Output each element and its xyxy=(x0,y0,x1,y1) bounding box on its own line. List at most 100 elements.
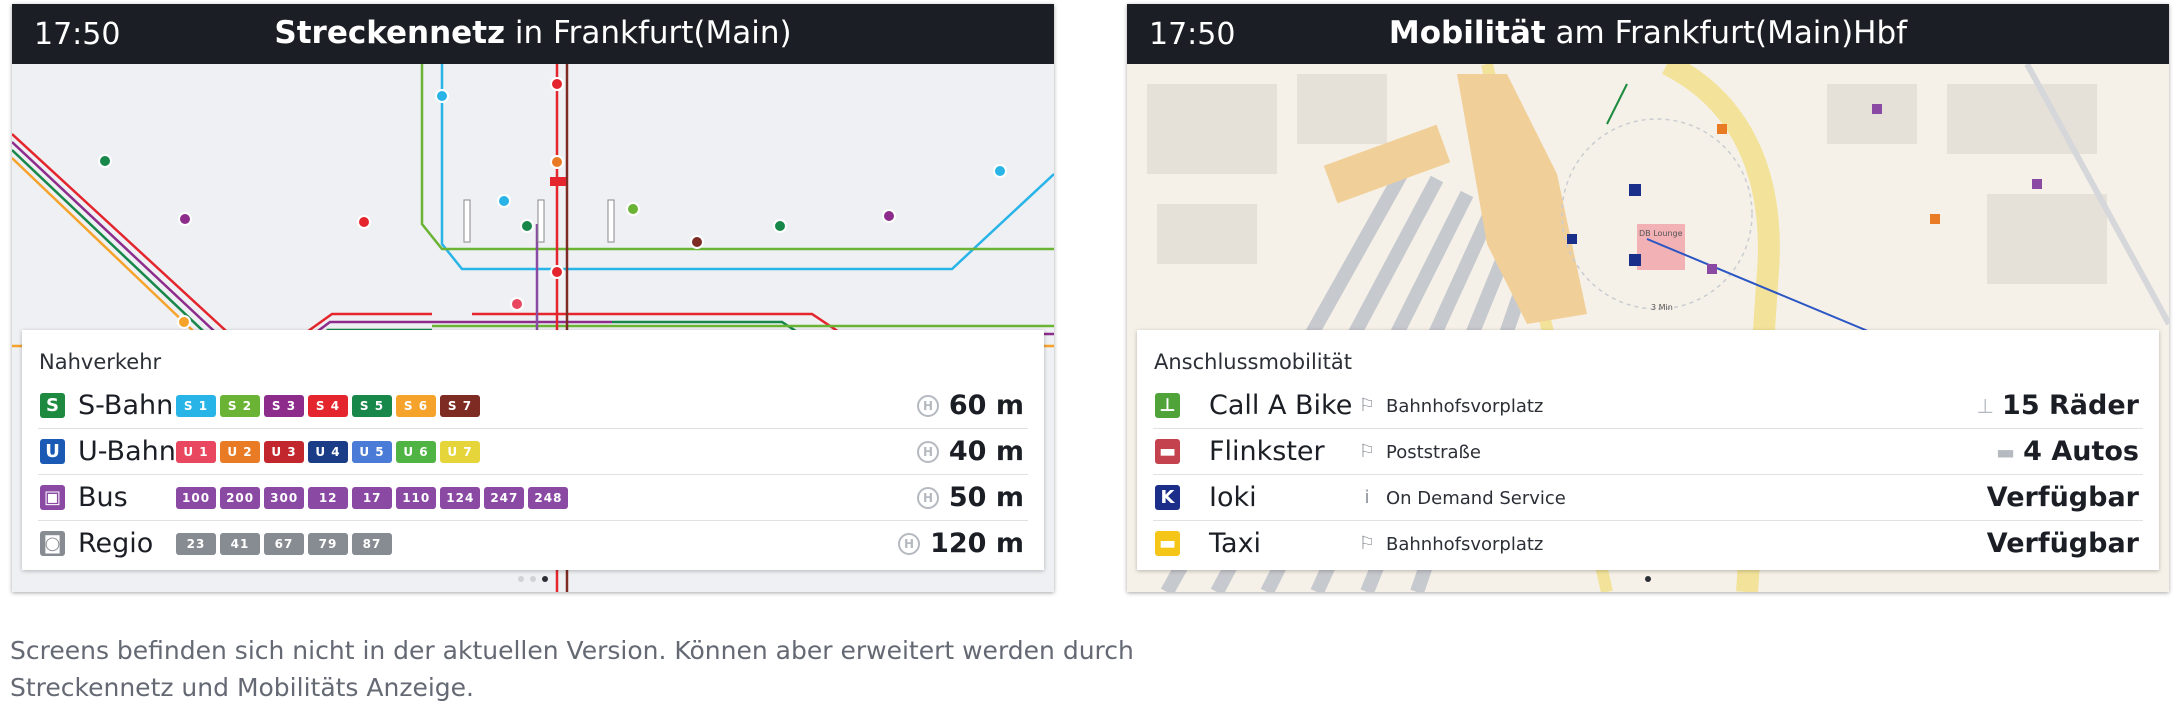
line-badge[interactable]: 110 xyxy=(396,487,437,509)
mobility-provider-label: Ioki xyxy=(1209,482,1257,513)
call-a-bike-icon: ⊥ xyxy=(1155,393,1180,418)
line-badge[interactable]: 79 xyxy=(308,533,348,555)
mobility-card: Anschlussmobilität ⊥ Call A Bike ⚐ Bahnhofs… xyxy=(1137,330,2159,570)
page-dot[interactable] xyxy=(518,576,524,582)
line-badge[interactable]: 17 xyxy=(352,487,393,509)
signpost-icon: ⚐ xyxy=(1358,395,1376,416)
map-label-lounge: DB Lounge xyxy=(1639,229,1683,238)
screen-title-rest: in Frankfurt(Main) xyxy=(514,15,792,51)
stop-distance: 120 m xyxy=(930,528,1024,559)
stop-distance: 60 m xyxy=(948,390,1024,421)
line-badge[interactable]: 100 xyxy=(176,487,217,509)
transit-card: Nahverkehr S S-Bahn S 1S 2S 3S 4S 5S 6S 7 6… xyxy=(22,330,1044,570)
transit-mode-label: Regio xyxy=(78,528,154,559)
transit-mode-label: S-Bahn xyxy=(78,390,174,421)
pickup-location: Poststraße xyxy=(1386,442,1481,463)
mobility-row[interactable]: K Ioki i On Demand Service Verfügbar xyxy=(1153,475,2143,521)
mobility-screen: DB Lounge 3 Min 17:50 Mobilität am Frank… xyxy=(1127,4,2169,592)
bike-stand-icon: ⊥ xyxy=(1976,394,1994,418)
mobility-row[interactable]: ▬ Taxi ⚐ Bahnhofsvorplatz Verfügbar xyxy=(1153,521,2143,567)
info-icon: i xyxy=(1364,487,1370,508)
line-badges: 23 41 67 79 87 xyxy=(176,533,392,555)
screen-title: Mobilität am Frankfurt(Main)Hbf xyxy=(1127,15,2169,51)
caption: Screens befinden sich nicht in der aktue… xyxy=(10,632,1260,706)
transit-row-bus[interactable]: ▣ Bus 100 200 300 12 17 110 124 247 248 50 m H xyxy=(38,475,1028,521)
line-badges: 100 200 300 12 17 110 124 247 248 xyxy=(176,487,569,509)
page-dot-active[interactable] xyxy=(542,576,548,582)
line-badge[interactable]: U 3 xyxy=(264,441,304,463)
transit-row-s-bahn[interactable]: S S-Bahn S 1S 2S 3S 4S 5S 6S 7 60 m H xyxy=(38,383,1028,429)
line-badges: S 1S 2S 3S 4S 5S 6S 7 xyxy=(176,395,480,417)
availability-value: Verfügbar xyxy=(1986,528,2139,559)
network-screen: 17:50 Streckennetz in Frankfurt(Main) Na… xyxy=(12,4,1054,592)
taxi-icon: ▬ xyxy=(1155,531,1180,556)
page-dot-active[interactable] xyxy=(1645,576,1651,582)
caption-line-1: Screens befinden sich nicht in der aktue… xyxy=(10,636,1134,665)
line-badge[interactable]: 41 xyxy=(220,533,260,555)
line-badge[interactable]: 67 xyxy=(264,533,304,555)
pickup-location: On Demand Service xyxy=(1386,488,1566,509)
line-badge[interactable]: U 5 xyxy=(352,441,392,463)
mobility-row[interactable]: ▬ Flinkster ⚐ Poststraße ▬ 4 Autos xyxy=(1153,429,2143,475)
line-badge[interactable]: U 7 xyxy=(440,441,480,463)
bus-icon: ▣ xyxy=(40,485,65,510)
transit-row-regio[interactable]: ◙ Regio 23 41 67 79 87 120 m H xyxy=(38,521,1028,567)
map-label-walk: 3 Min xyxy=(1651,303,1673,312)
line-badge[interactable]: S 2 xyxy=(220,395,260,417)
flinkster-icon: ▬ xyxy=(1155,439,1180,464)
transit-row-u-bahn[interactable]: U U-Bahn U 1U 2U 3U 4U 5U 6U 7 40 m H xyxy=(38,429,1028,475)
line-badge[interactable]: 23 xyxy=(176,533,216,555)
line-badge[interactable]: S 5 xyxy=(352,395,392,417)
mobility-provider-label: Taxi xyxy=(1209,528,1262,559)
stop-sign-icon: H xyxy=(898,533,920,555)
line-badge[interactable]: S 4 xyxy=(308,395,348,417)
signpost-icon: ⚐ xyxy=(1358,533,1376,554)
line-badge[interactable]: 247 xyxy=(484,487,525,509)
mobility-provider-label: Call A Bike xyxy=(1209,390,1353,421)
line-badge[interactable]: S 7 xyxy=(440,395,480,417)
line-badge[interactable]: 200 xyxy=(220,487,261,509)
line-badge[interactable]: U 1 xyxy=(176,441,216,463)
pickup-location: Bahnhofsvorplatz xyxy=(1386,534,1544,555)
line-badge[interactable]: 12 xyxy=(308,487,349,509)
caption-line-2: Streckennetz und Mobilitäts Anzeige. xyxy=(10,673,475,702)
availability-value: 4 Autos xyxy=(2023,436,2139,467)
header-bar: 17:50 Mobilität am Frankfurt(Main)Hbf xyxy=(1127,4,2169,64)
line-badge[interactable]: S 1 xyxy=(176,395,216,417)
line-badge[interactable]: S 6 xyxy=(396,395,436,417)
page-indicator[interactable] xyxy=(1127,576,2169,582)
stop-distance: 40 m xyxy=(948,436,1024,467)
page-dot[interactable] xyxy=(530,576,536,582)
line-badge[interactable]: U 6 xyxy=(396,441,436,463)
line-badge[interactable]: 248 xyxy=(528,487,569,509)
stop-sign-icon: H xyxy=(917,395,939,417)
card-title: Anschlussmobilität xyxy=(1154,350,1352,374)
pickup-location: Bahnhofsvorplatz xyxy=(1386,396,1544,417)
stop-sign-icon: H xyxy=(917,441,939,463)
line-badge[interactable]: U 4 xyxy=(308,441,348,463)
screen-title-bold: Mobilität xyxy=(1388,15,1546,51)
transit-mode-label: Bus xyxy=(78,482,128,513)
line-badges: U 1U 2U 3U 4U 5U 6U 7 xyxy=(176,441,480,463)
line-badge[interactable]: 300 xyxy=(264,487,305,509)
availability-value: 15 Räder xyxy=(2002,390,2139,421)
line-badge[interactable]: S 3 xyxy=(264,395,304,417)
stop-sign-icon: H xyxy=(917,487,939,509)
page-indicator[interactable] xyxy=(12,576,1054,582)
signpost-icon: ⚐ xyxy=(1358,441,1376,462)
screen-title-rest: am Frankfurt(Main)Hbf xyxy=(1555,15,1908,51)
stop-distance: 50 m xyxy=(948,482,1024,513)
s-bahn-icon: S xyxy=(40,393,65,418)
line-badge[interactable]: U 2 xyxy=(220,441,260,463)
line-badge[interactable]: 124 xyxy=(440,487,481,509)
screen-title-bold: Streckennetz xyxy=(274,15,506,51)
mobility-row[interactable]: ⊥ Call A Bike ⚐ Bahnhofsvorplatz ⊥ 15 Räder xyxy=(1153,383,2143,429)
line-badge[interactable]: 87 xyxy=(352,533,392,555)
regio-icon: ◙ xyxy=(40,531,65,556)
screen-title: Streckennetz in Frankfurt(Main) xyxy=(12,15,1054,51)
u-bahn-icon: U xyxy=(40,439,65,464)
availability-value: Verfügbar xyxy=(1986,482,2139,513)
ioki-icon: K xyxy=(1155,485,1180,510)
car-icon: ▬ xyxy=(1996,440,2015,464)
card-title: Nahverkehr xyxy=(39,350,162,374)
